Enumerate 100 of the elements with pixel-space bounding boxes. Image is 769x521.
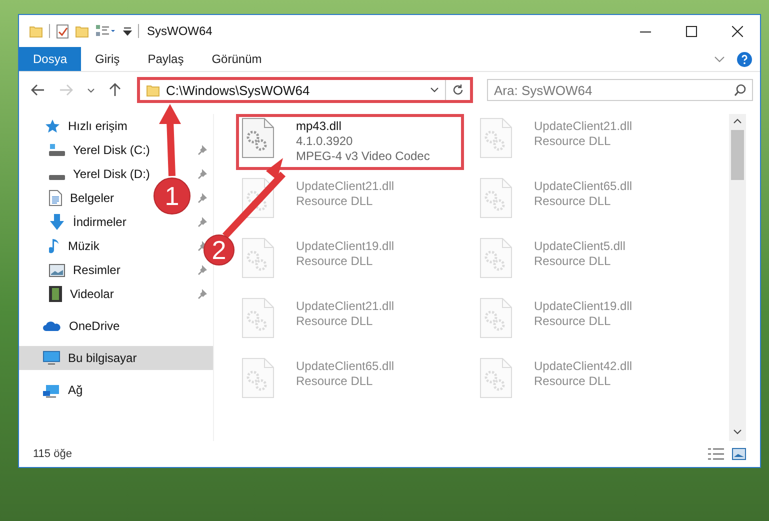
sidebar-item[interactable]: Resimler xyxy=(49,263,120,277)
ribbon-tab[interactable]: Görünüm xyxy=(198,47,276,71)
monitor-icon xyxy=(43,351,60,365)
settings-file-icon xyxy=(480,358,512,398)
document-icon xyxy=(49,190,62,206)
pin-icon[interactable] xyxy=(198,169,207,179)
file-item[interactable]: mp43.dll 4.1.0.3920 MPEG-4 v3 Video Codec xyxy=(236,114,464,170)
address-path: C:\Windows\SysWOW64 xyxy=(166,82,311,98)
file-detail: 4.1.0.3920 xyxy=(296,134,354,149)
file-name: UpdateClient21.dll xyxy=(534,118,632,134)
item-count: 115 öğe xyxy=(33,448,72,460)
file-detail: Resource DLL xyxy=(534,254,612,269)
file-detail: MPEG-4 v3 Video Codec xyxy=(296,149,430,164)
sidebar-label: Bu bilgisayar xyxy=(68,351,137,365)
file-name: mp43.dll xyxy=(296,118,342,134)
search-icon xyxy=(734,84,746,96)
sidebar-item[interactable]: OneDrive xyxy=(19,314,213,338)
file-name: UpdateClient42.dll xyxy=(534,358,632,374)
sidebar-item[interactable]: Bu bilgisayar xyxy=(19,346,213,370)
address-bar[interactable]: C:\Windows\SysWOW64 xyxy=(137,77,473,103)
ribbon-tab[interactable]: Giriş xyxy=(81,47,134,71)
chevron-down-icon[interactable] xyxy=(430,87,439,93)
file-name: UpdateClient21.dll xyxy=(296,178,394,194)
callout-number: 2 xyxy=(212,235,226,265)
sidebar-label: Hızlı erişim xyxy=(68,119,128,133)
star-icon xyxy=(45,119,60,133)
file-detail: Resource DLL xyxy=(534,374,612,389)
scroll-down-icon[interactable] xyxy=(733,429,742,435)
sidebar-item[interactable]: Videolar xyxy=(49,286,114,302)
customize-toolbar-icon[interactable] xyxy=(95,24,117,38)
sidebar-label: OneDrive xyxy=(69,319,120,333)
file-detail: Resource DLL xyxy=(534,314,612,329)
ribbon-tab[interactable]: Paylaş xyxy=(134,47,198,71)
settings-file-icon xyxy=(242,178,274,218)
callout-badge xyxy=(204,234,234,266)
pin-icon[interactable] xyxy=(198,145,207,155)
settings-file-icon xyxy=(480,238,512,278)
large-icons-view-icon[interactable] xyxy=(732,448,746,460)
drive-icon xyxy=(49,174,65,180)
file-detail: Resource DLL xyxy=(296,314,374,329)
up-arrow-icon[interactable] xyxy=(109,83,121,97)
sidebar-label: Ağ xyxy=(68,383,83,397)
sidebar-item[interactable]: Yerel Disk (D:) xyxy=(49,167,150,181)
settings-file-icon xyxy=(242,238,274,278)
sidebar-item[interactable]: Müzik xyxy=(49,238,100,254)
back-arrow-icon[interactable] xyxy=(31,84,45,96)
file-name: UpdateClient19.dll xyxy=(534,298,632,314)
dropdown-icon[interactable] xyxy=(123,26,132,36)
sidebar-item[interactable]: Hızlı erişim xyxy=(19,114,213,138)
settings-file-icon xyxy=(242,358,274,398)
file-name: UpdateClient21.dll xyxy=(296,298,394,314)
chevron-down-icon[interactable] xyxy=(87,88,95,92)
scroll-up-icon[interactable] xyxy=(733,118,742,124)
sidebar-label: Müzik xyxy=(68,239,100,253)
help-icon[interactable] xyxy=(737,52,752,66)
search-field[interactable]: Ara: SysWOW64 xyxy=(487,79,753,101)
settings-file-icon xyxy=(480,178,512,218)
cloud-icon xyxy=(43,320,61,332)
sidebar-label: Resimler xyxy=(73,263,120,277)
properties-icon[interactable] xyxy=(56,24,69,38)
pin-icon[interactable] xyxy=(198,265,207,275)
sidebar-item[interactable]: Ağ xyxy=(19,378,213,402)
pin-icon[interactable] xyxy=(198,289,207,299)
settings-file-icon xyxy=(480,118,512,158)
sidebar-label: Videolar xyxy=(70,287,114,301)
file-name: UpdateClient5.dll xyxy=(534,238,626,254)
details-view-icon[interactable] xyxy=(708,448,724,460)
file-detail: Resource DLL xyxy=(296,374,374,389)
file-name: UpdateClient65.dll xyxy=(296,358,394,374)
maximize-icon xyxy=(686,26,696,36)
sidebar-label: İndirmeler xyxy=(73,215,126,229)
picture-icon xyxy=(49,264,65,276)
file-detail: Resource DLL xyxy=(296,254,374,269)
sidebar-label: Yerel Disk (D:) xyxy=(73,167,150,181)
sidebar-item[interactable]: Yerel Disk (C:) xyxy=(49,143,150,157)
sidebar-item[interactable]: İndirmeler xyxy=(49,214,126,230)
scrollbar[interactable] xyxy=(729,114,746,441)
sidebar-item[interactable]: Belgeler xyxy=(49,190,114,206)
refresh-icon[interactable] xyxy=(452,84,464,96)
sidebar-label: Belgeler xyxy=(70,191,114,205)
film-icon xyxy=(49,286,62,302)
network-icon xyxy=(43,382,60,398)
file-name: UpdateClient65.dll xyxy=(534,178,632,194)
settings-file-icon xyxy=(242,118,274,158)
pin-icon[interactable] xyxy=(198,193,207,203)
down-arrow-icon xyxy=(49,214,65,230)
settings-file-icon xyxy=(242,298,274,338)
file-detail: Resource DLL xyxy=(296,194,374,209)
scroll-thumb[interactable] xyxy=(731,130,744,180)
drive-icon xyxy=(49,144,65,156)
file-name: UpdateClient19.dll xyxy=(296,238,394,254)
ribbon-tab[interactable]: Dosya xyxy=(19,47,82,71)
callout-number: 1 xyxy=(164,181,180,211)
close-icon xyxy=(732,26,742,36)
file-detail: Resource DLL xyxy=(534,134,612,149)
music-note-icon xyxy=(49,238,60,254)
pin-icon[interactable] xyxy=(198,217,207,227)
callout-badge xyxy=(154,178,190,214)
settings-file-icon xyxy=(480,298,512,338)
window-title: SysWOW64 xyxy=(147,24,212,38)
